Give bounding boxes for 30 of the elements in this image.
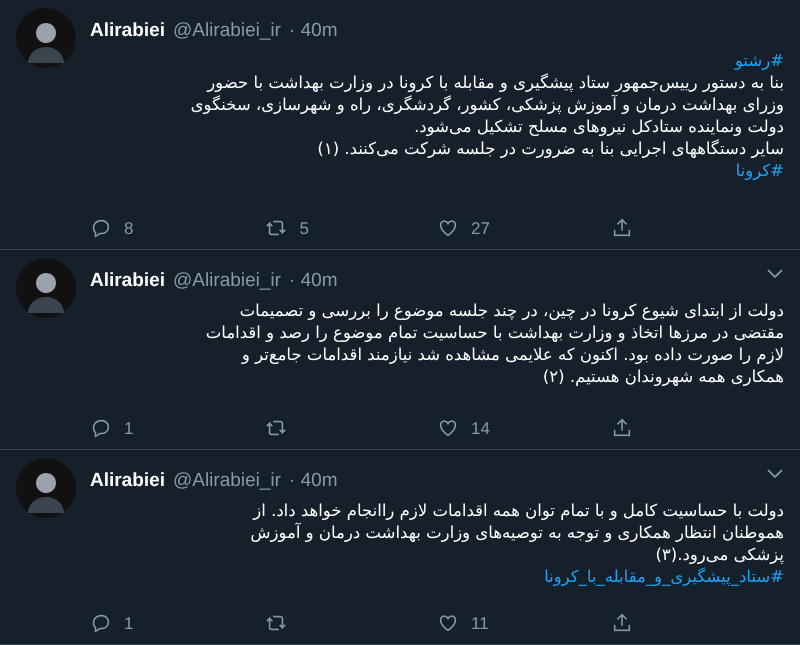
author-name[interactable]: Alirabiei: [90, 16, 165, 46]
like-count: 14: [471, 418, 490, 440]
tweet-time[interactable]: · 40m: [288, 466, 338, 496]
like-count: 11: [471, 612, 489, 634]
chevron-down-icon[interactable]: [766, 468, 784, 480]
tweet-time[interactable]: · 40m: [288, 16, 338, 46]
tweet-text: دولت با حساسیت کامل و با تمام توان همه اقدامات لازم راانجام خواهد داد. از هموطنان انتظار همکاری و توجه به توصیه‌های وزارت بهداشت درمان و آموزش پزشکی می‌رود.(۳): [250, 500, 784, 566]
retweet-count: 5: [300, 218, 309, 240]
reply-icon[interactable]: [90, 417, 112, 440]
author-handle[interactable]: @Alirabiei_ir: [172, 266, 281, 296]
reply-count: 8: [124, 218, 134, 240]
avatar[interactable]: [16, 258, 76, 318]
reply-icon[interactable]: [90, 217, 112, 240]
tweet-text: دولت از ابتدای شیوع کرونا در چین، در چند جلسه موضوع را بررسی و تصمیمات مقتضی در مرزها اتخاذ و وزارت بهداشت با حساسیت تمام موضوع را رصد و اقدامات لازم را صورت داده بود. اکنون که علایمی مشاهده شد نیازمند اقدامات جامع‌تر و همکاری همه شهروندان هستیم. (۲): [206, 300, 784, 388]
avatar[interactable]: [16, 8, 76, 68]
reply-count: 1: [124, 612, 134, 634]
tweet-text: بنا به دستور رییس‌جمهور ستاد پیشگیری و مقابله با کرونا در وزارت بهداشت با حضور وزرای بهداشت درمان و آموزش پزشکی، کشور، گردشگری، راه و شهرسازی، سخنگوی دولت ونماینده ستادکل نیروهای مسلح تشکیل می‌شود. سایر دستگاههای اجرایی بنا به ضرورت در جلسه شرکت می‌کنند. (۱): [190, 72, 784, 160]
author-name[interactable]: Alirabiei: [90, 466, 165, 496]
reply-icon[interactable]: [90, 612, 112, 634]
author-handle[interactable]: @Alirabiei_ir: [172, 16, 281, 46]
author-handle[interactable]: @Alirabiei_ir: [172, 466, 281, 496]
hashtag-link[interactable]: #کرونا: [736, 160, 784, 182]
like-count: 27: [471, 218, 490, 240]
author-name[interactable]: Alirabiei: [90, 266, 165, 296]
hashtag-link[interactable]: #ستاد_پیشگیری_و_مقابله_با_کرونا: [544, 566, 784, 588]
reply-count: 1: [124, 418, 134, 440]
tweet-time[interactable]: · 40m: [288, 266, 338, 296]
hashtag-link[interactable]: #رشتو: [734, 50, 784, 72]
chevron-down-icon[interactable]: [766, 268, 784, 280]
avatar[interactable]: [16, 458, 76, 518]
